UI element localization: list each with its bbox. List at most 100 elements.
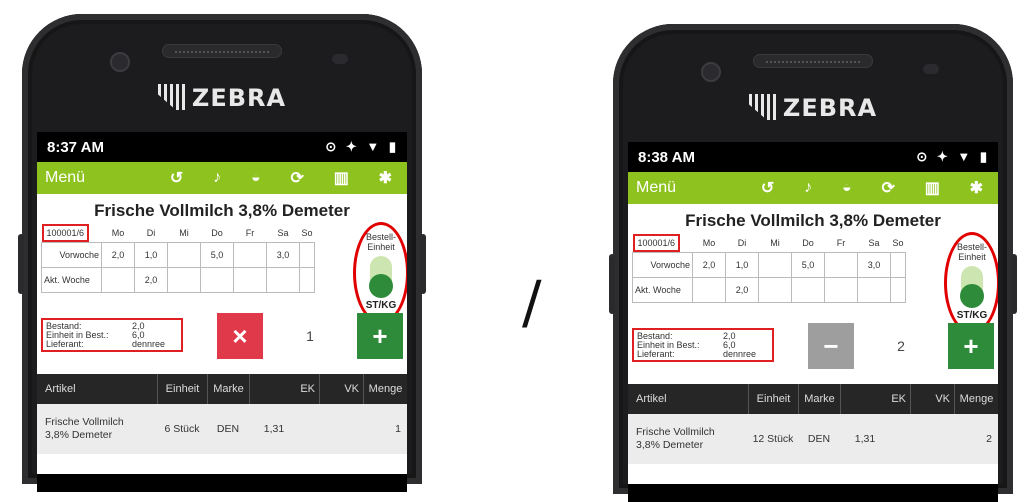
history-icon[interactable]: ↺	[761, 178, 774, 198]
table-header: Artikel Einheit Marke EK VK Menge	[37, 374, 407, 404]
week-cell	[791, 277, 825, 303]
week-cell	[824, 277, 858, 303]
sensor	[332, 54, 348, 64]
zebra-logo-icon	[157, 84, 188, 110]
cell-marke: DEN	[807, 433, 831, 445]
product-title: Frische Vollmilch 3,8% Demeter	[685, 211, 941, 230]
side-button	[609, 254, 615, 314]
product-title: Frische Vollmilch 3,8% Demeter	[94, 201, 350, 220]
col-einheit[interactable]: Einheit	[157, 374, 207, 404]
day-header: Mo	[111, 228, 125, 238]
week-cell: 3,0	[266, 242, 300, 268]
week-cell	[167, 242, 201, 268]
week-cell	[889, 277, 907, 303]
toolbar: ↺ ♪ ◒ ⟳ ▥ ✱	[746, 178, 998, 198]
status-icons: ⊙ ✦ ▼ ▮	[325, 139, 399, 154]
status-time: 8:37 AM	[47, 138, 104, 156]
week-cell: 1,0	[725, 252, 759, 278]
speaker-grille	[162, 44, 282, 58]
increment-button[interactable]: +	[357, 313, 403, 359]
week-cell	[167, 267, 201, 293]
side-button	[18, 234, 24, 294]
week-cell	[857, 277, 891, 303]
menu-button[interactable]: Menü	[45, 169, 155, 187]
gear-icon[interactable]: ✱	[379, 168, 392, 188]
col-menge[interactable]: Menge	[954, 384, 998, 414]
inbox-icon[interactable]: ◒	[251, 169, 261, 187]
day-header: Fr	[245, 228, 255, 238]
day-header: Di	[737, 238, 747, 248]
app-bar: Menü ↺ ♪ ◒ ⟳ ▥ ✱	[628, 172, 998, 204]
device-screen: 8:37 AM ⊙ ✦ ▼ ▮ Menü ↺ ♪ ◒ ⟳ ▥ ✱ Frische…	[37, 132, 407, 492]
week-cell	[824, 252, 858, 278]
table-row[interactable]: Frische Vollmilch 3,8% Demeter 6 Stück D…	[37, 404, 407, 454]
week-cell	[758, 277, 792, 303]
col-artikel[interactable]: Artikel	[628, 384, 748, 414]
week-cell: 2,0	[101, 242, 135, 268]
cell-einheit: 12 Stück	[752, 433, 794, 445]
col-vk[interactable]: VK	[910, 384, 954, 414]
zebra-device-left: ZEBRA 8:37 AM ⊙ ✦ ▼ ▮ Menü ↺ ♪ ◒ ⟳ ▥ ✱ F…	[18, 14, 426, 492]
bell-icon[interactable]: ♪	[213, 169, 221, 187]
week-cell: 2,0	[692, 252, 726, 278]
quantity-stepper: × 1 +	[217, 312, 403, 360]
col-menge[interactable]: Menge	[363, 374, 407, 404]
side-button	[420, 234, 426, 294]
col-marke[interactable]: Marke	[207, 374, 249, 404]
col-einheit[interactable]: Einheit	[748, 384, 798, 414]
col-artikel[interactable]: Artikel	[37, 374, 157, 404]
inbox-icon[interactable]: ◒	[842, 179, 852, 197]
decrement-button[interactable]: −	[808, 323, 854, 369]
app-bar: Menü ↺ ♪ ◒ ⟳ ▥ ✱	[37, 162, 407, 194]
status-bar: 8:37 AM ⊙ ✦ ▼ ▮	[37, 132, 407, 162]
day-header: Do	[802, 238, 814, 248]
history-icon[interactable]: ↺	[170, 168, 183, 188]
brand-logo: ZEBRA	[22, 84, 422, 112]
day-header: Mi	[770, 238, 780, 248]
table-row-empty	[628, 464, 998, 484]
cell-einheit: 6 Stück	[164, 423, 200, 435]
col-ek[interactable]: EK	[840, 384, 910, 414]
week-cell: 5,0	[200, 242, 234, 268]
zebra-logo-icon	[748, 94, 779, 120]
day-header: So	[301, 228, 313, 238]
week-cell: 5,0	[791, 252, 825, 278]
bell-icon[interactable]: ♪	[804, 179, 812, 197]
article-id: 100001/6	[41, 224, 90, 242]
cancel-button[interactable]: ×	[217, 313, 263, 359]
cell-artikel: Frische Vollmilch	[45, 416, 124, 428]
stock-info-box: Bestand: 2,0 Einheit in Best.: 6,0 Liefera…	[41, 318, 183, 352]
table-row-empty	[37, 454, 407, 474]
status-icons: ⊙ ✦ ▼ ▮	[916, 149, 990, 164]
gear-icon[interactable]: ✱	[970, 178, 983, 198]
col-vk[interactable]: VK	[319, 374, 363, 404]
toolbar: ↺ ♪ ◒ ⟳ ▥ ✱	[155, 168, 407, 188]
week-cell	[298, 242, 316, 268]
cell-ek: 1,31	[263, 423, 285, 435]
product-panel: Frische Vollmilch 3,8% Demeter 100001/6 …	[628, 204, 998, 384]
refresh-icon[interactable]: ⟳	[881, 178, 894, 198]
quantity-value: 1	[306, 328, 314, 344]
side-button	[1011, 254, 1017, 314]
refresh-icon[interactable]: ⟳	[290, 168, 303, 188]
cell-artikel: 3,8% Demeter	[636, 439, 704, 451]
week-grid: 100001/6 Mo Di Mi Do Fr Sa So Vorwoche 2…	[632, 234, 907, 303]
col-marke[interactable]: Marke	[798, 384, 840, 414]
week-cell: 2,0	[725, 277, 759, 303]
day-header: Mi	[179, 228, 189, 238]
menu-button[interactable]: Menü	[636, 179, 746, 197]
col-ek[interactable]: EK	[249, 374, 319, 404]
trash-icon[interactable]: ▥	[334, 168, 349, 188]
cell-artikel: 3,8% Demeter	[45, 429, 113, 441]
day-header: So	[892, 238, 904, 248]
table-row[interactable]: Frische Vollmilch 3,8% Demeter 12 Stück …	[628, 414, 998, 464]
device-screen: 8:38 AM ⊙ ✦ ▼ ▮ Menü ↺ ♪ ◒ ⟳ ▥ ✱ Frische…	[628, 142, 998, 502]
status-bar: 8:38 AM ⊙ ✦ ▼ ▮	[628, 142, 998, 172]
week-cell: 1,0	[134, 242, 168, 268]
trash-icon[interactable]: ▥	[925, 178, 940, 198]
speaker-grille	[753, 54, 873, 68]
increment-button[interactable]: +	[948, 323, 994, 369]
separator-slash: /	[522, 268, 542, 336]
day-header: Sa	[868, 238, 880, 248]
day-header: Mo	[702, 238, 716, 248]
